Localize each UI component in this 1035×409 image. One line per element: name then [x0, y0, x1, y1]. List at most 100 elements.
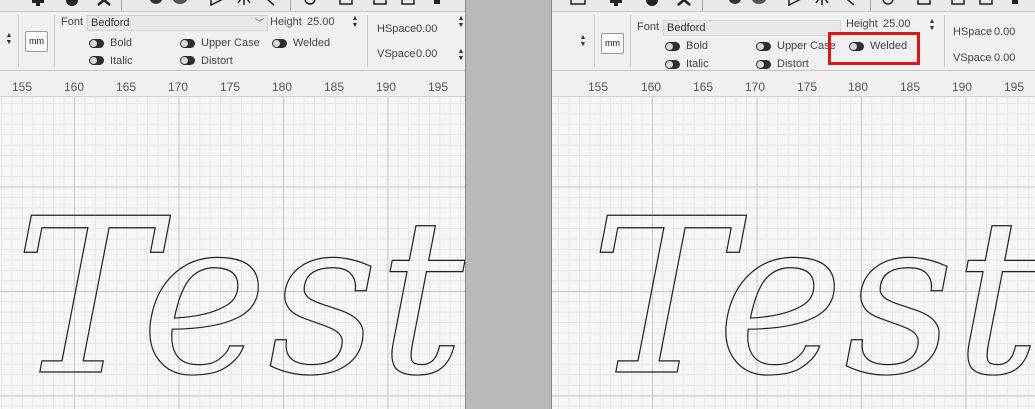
ruler-tick: 170: [744, 80, 766, 94]
vspace-spin-arrows[interactable]: ▲ ▼: [456, 48, 465, 64]
hspace-value[interactable]: 0.00: [416, 23, 437, 35]
bold-toggle[interactable]: [89, 39, 104, 48]
hspace-value[interactable]: 0.00: [994, 26, 1015, 38]
font-select[interactable]: Bedford ﹀: [87, 15, 268, 31]
arrow-icon[interactable]: [260, 0, 276, 9]
mirror-icon[interactable]: [236, 0, 252, 9]
ruler-tick: 170: [167, 80, 189, 94]
distort-label: Distort: [201, 55, 233, 67]
ruler-tick: 190: [951, 80, 973, 94]
divider: [594, 15, 595, 67]
vspace-value[interactable]: 0.00: [994, 52, 1015, 64]
spin-arrows[interactable]: ▲ ▼: [4, 32, 14, 48]
user-icon[interactable]: [148, 0, 164, 9]
upper-case-label: Upper Case: [201, 37, 260, 49]
horizontal-ruler: 155 160 165 170 175 180 185 190 195: [552, 72, 1035, 97]
frame-icon[interactable]: [570, 0, 586, 9]
vspace-value[interactable]: 0.00: [416, 48, 437, 60]
divider: [18, 15, 19, 67]
bold-label: Bold: [686, 40, 709, 52]
height-spin-arrows[interactable]: ▲ ▼: [927, 18, 937, 34]
align-icon[interactable]: [1010, 0, 1026, 9]
ruler-tick: 185: [323, 80, 345, 94]
text-object-outline[interactable]: Test: [0, 97, 465, 409]
italic-label: Italic: [110, 55, 133, 67]
toolbar-separator: [290, 0, 291, 11]
scissors-icon[interactable]: [96, 0, 112, 9]
gear-icon[interactable]: [644, 0, 660, 9]
toolbar-separator: [121, 0, 122, 11]
toolbar-separator: [702, 0, 703, 11]
design-canvas[interactable]: Test: [552, 97, 1035, 409]
font-select-value: Bedford: [91, 17, 130, 29]
ruler-tick: 155: [587, 80, 609, 94]
distort-toggle[interactable]: [180, 56, 195, 65]
ruler-tick: 175: [219, 80, 241, 94]
arrow-icon[interactable]: [208, 0, 224, 9]
ruler-tick: 175: [796, 80, 818, 94]
unit-mm-button[interactable]: mm: [601, 33, 624, 54]
main-toolbar: [0, 0, 465, 12]
italic-label: Italic: [686, 58, 709, 70]
upper-case-label: Upper Case: [777, 40, 836, 52]
spin-arrows[interactable]: ▲ ▼: [578, 34, 588, 50]
arrow-icon[interactable]: [786, 0, 802, 9]
target-icon[interactable]: [302, 0, 318, 9]
ruler-tick: 160: [640, 80, 662, 94]
text-object-outline[interactable]: Test: [552, 97, 1035, 409]
ruler-tick: 190: [375, 80, 397, 94]
ruler-tick: 195: [427, 80, 449, 94]
italic-toggle[interactable]: [665, 60, 680, 69]
design-text: Test: [14, 172, 465, 409]
ruler-tick: 165: [692, 80, 714, 94]
design-canvas[interactable]: Test: [0, 97, 465, 409]
frame-icon[interactable]: [916, 0, 932, 9]
frame-icon[interactable]: [978, 0, 994, 9]
font-select-value: Bedford: [667, 22, 706, 34]
right-editor-pane: ▲ ▼ mm Font Bedford Height 25.00 ▲ ▼ Bold …: [551, 0, 1035, 409]
monitor-icon[interactable]: [608, 0, 624, 9]
target-icon[interactable]: [880, 0, 896, 9]
height-spin-arrows[interactable]: ▲ ▼: [350, 15, 360, 31]
text-properties-panel: ▲ ▼ mm Font Bedford Height 25.00 ▲ ▼ Bold …: [552, 12, 1035, 71]
divider: [630, 15, 631, 67]
ruler-tick: 195: [1003, 80, 1025, 94]
frame-icon[interactable]: [338, 0, 354, 9]
upper-case-toggle[interactable]: [180, 39, 195, 48]
welded-toggle[interactable]: [272, 39, 287, 48]
hspace-label: HSpace: [953, 26, 993, 38]
toolbar-separator: [870, 0, 871, 11]
gear-icon[interactable]: [64, 0, 80, 9]
welded-label: Welded: [293, 37, 331, 49]
divider: [54, 15, 55, 67]
monitor-icon[interactable]: [30, 0, 46, 9]
chevron-down-icon: ﹀: [254, 18, 264, 28]
arrow-icon[interactable]: [840, 0, 856, 9]
welded-highlight-box: [828, 32, 920, 65]
ruler-tick: 155: [11, 80, 33, 94]
distort-label: Distort: [777, 58, 809, 70]
font-label: Font: [637, 21, 660, 33]
distort-toggle[interactable]: [756, 60, 771, 69]
frame-icon[interactable]: [400, 0, 416, 9]
vspace-label: VSpace: [953, 52, 992, 64]
frame-icon[interactable]: [372, 0, 388, 9]
height-value[interactable]: 25.00: [883, 18, 911, 30]
unit-mm-button[interactable]: mm: [25, 31, 48, 52]
bold-toggle[interactable]: [665, 42, 680, 51]
hspace-spin-arrows[interactable]: ▲ ▼: [456, 15, 465, 31]
height-value[interactable]: 25.00: [307, 16, 335, 28]
user-icon[interactable]: [751, 0, 767, 9]
mirror-icon[interactable]: [814, 0, 830, 9]
divider: [367, 15, 368, 67]
main-toolbar: [552, 0, 1035, 12]
frame-icon[interactable]: [950, 0, 966, 9]
font-select[interactable]: Bedford: [663, 20, 841, 36]
user-icon[interactable]: [172, 0, 188, 9]
left-editor-pane: ▲ ▼ mm Font Bedford ﹀ Height 25.00 ▲ ▼ Bol…: [0, 0, 466, 409]
align-icon[interactable]: [432, 0, 448, 9]
upper-case-toggle[interactable]: [756, 42, 771, 51]
italic-toggle[interactable]: [89, 56, 104, 65]
user-icon[interactable]: [727, 0, 743, 9]
scissors-icon[interactable]: [676, 0, 692, 9]
